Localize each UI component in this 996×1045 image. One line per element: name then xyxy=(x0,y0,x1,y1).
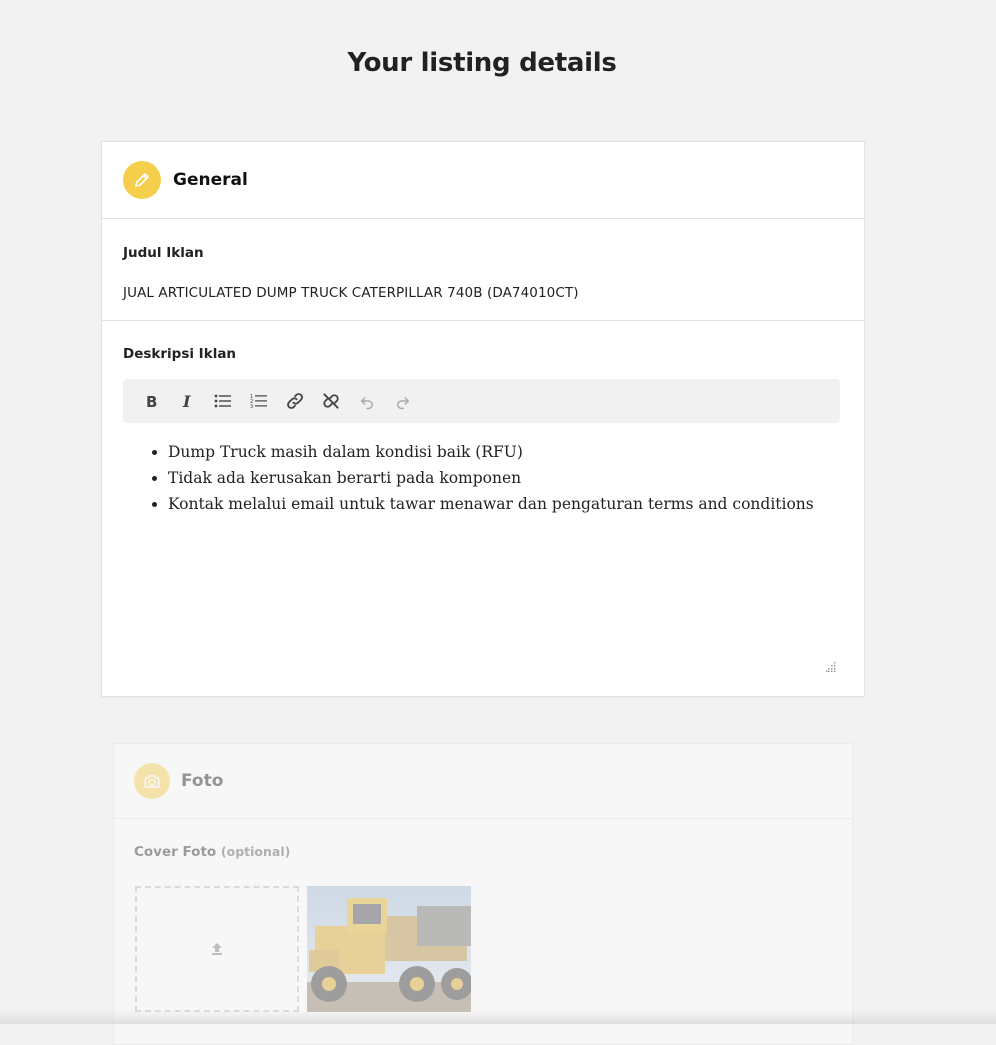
description-item: Dump Truck masih dalam kondisi baik (RFU… xyxy=(168,439,840,465)
general-title: General xyxy=(173,170,248,190)
upload-dropzone[interactable] xyxy=(135,886,299,1012)
bold-icon: B xyxy=(146,393,157,409)
cover-foto-label-text: Cover Foto xyxy=(134,844,217,860)
general-card: General Judul Iklan JUAL ARTICULATED DUM… xyxy=(101,141,865,697)
resize-handle-icon[interactable] xyxy=(826,657,836,672)
upload-arrow-icon xyxy=(212,943,222,955)
cover-foto-label: Cover Foto (optional) xyxy=(134,844,290,860)
svg-text:I: I xyxy=(182,393,191,409)
description-editor[interactable]: Dump Truck masih dalam kondisi baik (RFU… xyxy=(123,439,840,517)
judul-section: Judul Iklan JUAL ARTICULATED DUMP TRUCK … xyxy=(102,219,864,321)
svg-text:3: 3 xyxy=(250,404,253,409)
cover-foto-optional: (optional) xyxy=(220,844,291,859)
italic-icon: I xyxy=(182,393,191,409)
svg-text:B: B xyxy=(146,393,157,409)
unlink-button[interactable] xyxy=(313,385,349,417)
link-button[interactable] xyxy=(277,385,313,417)
undo-button[interactable] xyxy=(349,385,385,417)
page-title: Your listing details xyxy=(347,48,617,78)
foto-card: Foto Cover Foto (optional) xyxy=(113,743,853,1045)
redo-icon xyxy=(397,397,409,410)
description-list: Dump Truck masih dalam kondisi baik (RFU… xyxy=(123,439,840,517)
unlink-icon xyxy=(323,393,339,409)
bullet-list-icon xyxy=(214,394,231,408)
camera-icon xyxy=(134,763,170,799)
numbered-list-icon: 1 2 3 xyxy=(250,394,267,409)
deskripsi-label: Deskripsi Iklan xyxy=(123,346,237,362)
bullet-list-button[interactable] xyxy=(205,385,241,417)
foto-title: Foto xyxy=(181,771,224,791)
judul-input[interactable]: JUAL ARTICULATED DUMP TRUCK CATERPILLAR … xyxy=(123,285,579,301)
bold-button[interactable]: B xyxy=(133,385,169,417)
general-card-header: General xyxy=(102,142,864,219)
bottom-fade xyxy=(0,1010,996,1024)
editor-toolbar: B I 1 2 3 xyxy=(123,379,840,423)
undo-icon xyxy=(361,397,373,410)
foto-card-header: Foto xyxy=(114,744,852,819)
link-icon xyxy=(287,393,303,409)
numbered-list-button[interactable]: 1 2 3 xyxy=(241,385,277,417)
redo-button[interactable] xyxy=(385,385,421,417)
description-item: Tidak ada kerusakan berarti pada kompone… xyxy=(168,465,840,491)
cover-photo-thumbnail[interactable] xyxy=(307,886,471,1012)
pencil-icon xyxy=(123,161,161,199)
description-item: Kontak melalui email untuk tawar menawar… xyxy=(168,491,840,517)
judul-label: Judul Iklan xyxy=(123,245,204,261)
italic-button[interactable]: I xyxy=(169,385,205,417)
deskripsi-section: Deskripsi Iklan B I 1 2 3 • Dump Truck m… xyxy=(102,321,864,691)
